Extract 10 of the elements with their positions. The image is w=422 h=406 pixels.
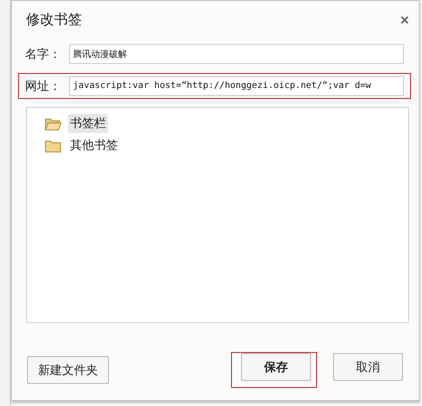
dialog-title: 修改书签 xyxy=(26,11,82,29)
field-label: 名字： xyxy=(25,46,62,62)
save-button[interactable]: 保存 xyxy=(241,353,311,381)
folder-item[interactable]: 其他书签 xyxy=(44,136,122,155)
input-field[interactable]: javascript:var host=“http://honggezi.oicp.net/“;var d=w xyxy=(69,76,404,96)
cancel-button[interactable]: 取消 xyxy=(333,353,403,381)
new-folder-button[interactable]: 新建文件夹 xyxy=(27,356,109,384)
field-label: 网址： xyxy=(25,78,62,94)
input-field[interactable]: 腾讯动漫破解 xyxy=(69,44,404,64)
close-button[interactable]: × xyxy=(396,12,409,28)
